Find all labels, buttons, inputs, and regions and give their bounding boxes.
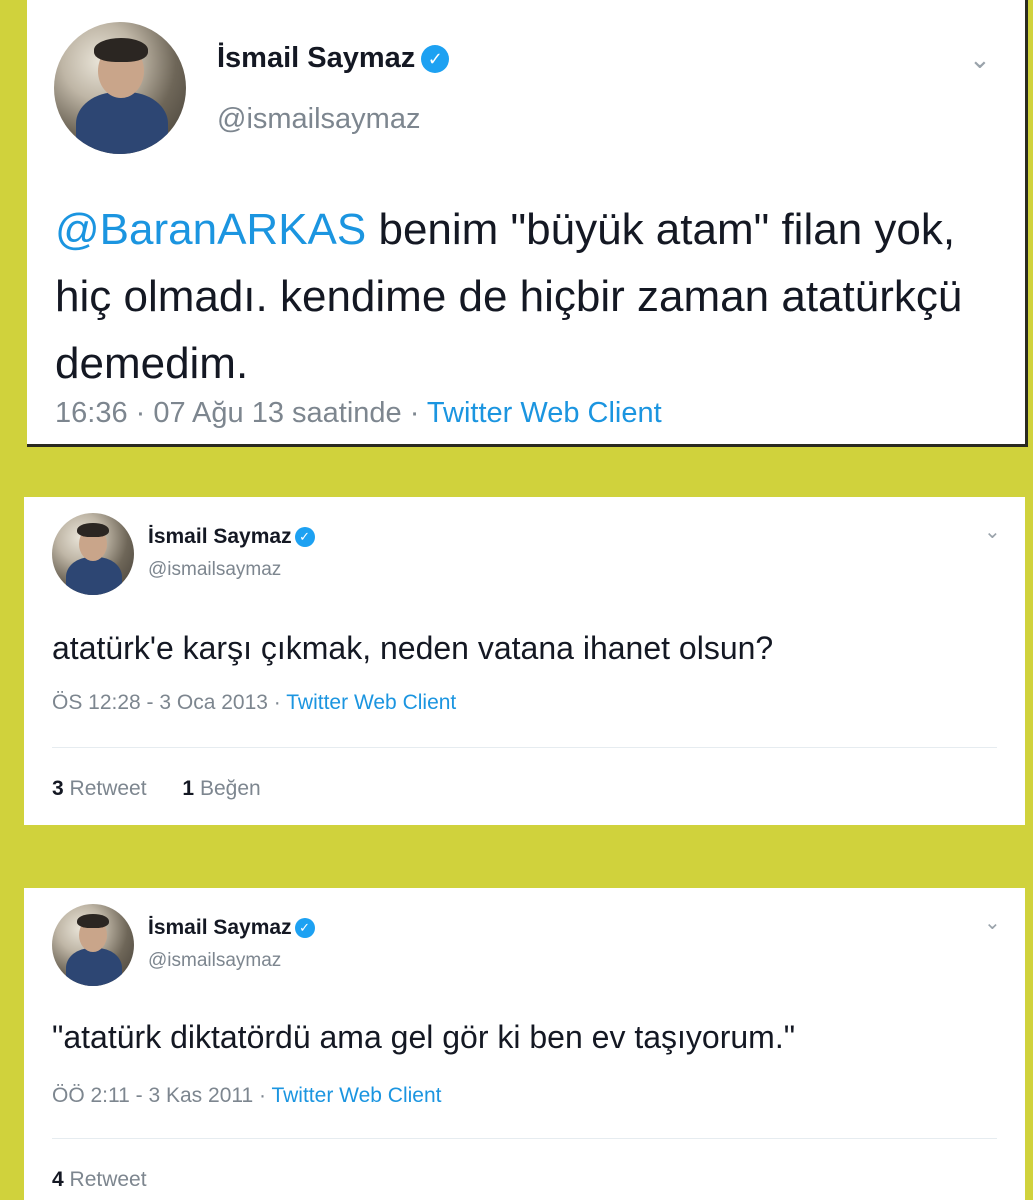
retweet-count: 4 [52,1168,64,1191]
author-name[interactable]: İsmail Saymaz ✓ [148,525,315,549]
verified-badge-icon: ✓ [294,918,315,939]
avatar[interactable] [52,904,134,986]
timestamp-text[interactable]: 16:36 · 07 Ağu 13 saatinde · [55,397,427,429]
tweet-stats: 3 Retweet 1 Beğen [52,777,261,801]
retweet-label: Retweet [69,1168,147,1191]
like-stat[interactable]: 1 Beğen [182,777,260,800]
avatar[interactable] [52,513,134,595]
client-link[interactable]: Twitter Web Client [271,1084,441,1107]
retweet-stat[interactable]: 4 Retweet [52,1168,147,1191]
tweet-timestamp: ÖÖ 2:11 - 3 Kas 2011 · Twitter Web Clien… [52,1084,441,1108]
author-handle[interactable]: @ismailsaymaz [148,559,281,581]
tweet-timestamp: 16:36 · 07 Ağu 13 saatinde · Twitter Web… [55,397,662,430]
screenshot-collage: İsmail Saymaz ✓ @ismailsaymaz ⌄ @BaranARK… [0,0,1033,1200]
tweet-card: İsmail Saymaz ✓ @ismailsaymaz ⌄ atatürk'e… [24,497,1025,825]
chevron-down-icon[interactable]: ⌄ [984,519,1001,544]
tweet-timestamp: ÖS 12:28 - 3 Oca 2013 · Twitter Web Clie… [52,691,456,715]
divider [52,1138,997,1139]
author-name[interactable]: İsmail Saymaz ✓ [148,916,315,940]
verified-badge-icon: ✓ [294,527,315,548]
tweet-text: "atatürk diktatördü ama gel gör ki ben e… [52,1019,796,1055]
retweet-label: Retweet [69,777,147,800]
mention-link[interactable]: @BaranARKAS [55,205,366,254]
divider [52,747,997,748]
tweet-text: @BaranARKAS benim "büyük atam" filan yok… [55,196,1005,397]
author-name-text: İsmail Saymaz [148,916,292,939]
tweet-card: İsmail Saymaz ✓ @ismailsaymaz ⌄ @BaranARK… [27,0,1028,447]
tweet-card: İsmail Saymaz ✓ @ismailsaymaz ⌄ "atatürk … [24,888,1025,1200]
chevron-down-icon[interactable]: ⌄ [969,44,991,75]
avatar[interactable] [54,22,186,154]
timestamp-text[interactable]: ÖÖ 2:11 - 3 Kas 2011 · [52,1084,271,1107]
like-count: 1 [182,777,195,800]
verified-badge-icon: ✓ [421,45,450,74]
author-name-text: İsmail Saymaz [148,525,292,548]
client-link[interactable]: Twitter Web Client [286,691,456,714]
author-name[interactable]: İsmail Saymaz ✓ [217,42,450,75]
retweet-stat[interactable]: 3 Retweet [52,777,147,800]
author-handle[interactable]: @ismailsaymaz [217,103,420,136]
author-handle[interactable]: @ismailsaymaz [148,950,281,972]
client-link[interactable]: Twitter Web Client [427,397,662,429]
timestamp-text[interactable]: ÖS 12:28 - 3 Oca 2013 · [52,691,286,714]
like-label: Beğen [199,777,261,800]
retweet-count: 3 [52,777,64,800]
author-name-text: İsmail Saymaz [217,42,416,74]
chevron-down-icon[interactable]: ⌄ [984,910,1001,935]
tweet-text: atatürk'e karşı çıkmak, neden vatana iha… [52,630,774,666]
tweet-stats: 4 Retweet [52,1168,147,1192]
